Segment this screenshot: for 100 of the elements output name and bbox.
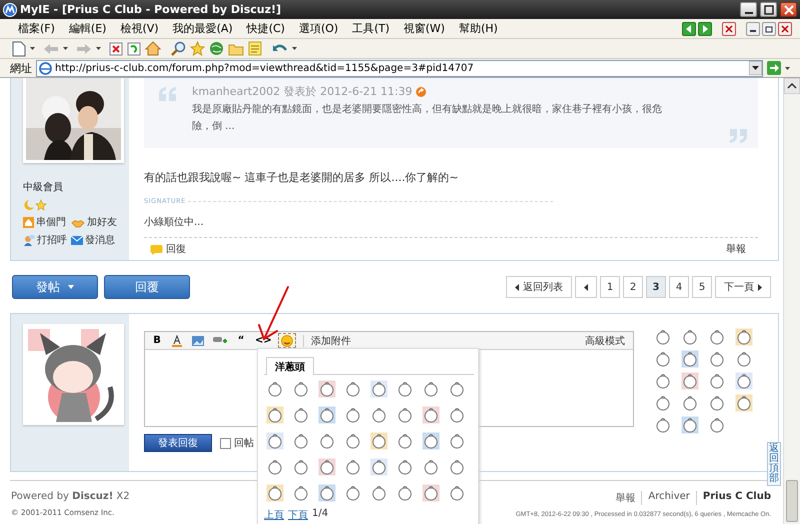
emoticon-icon[interactable] xyxy=(396,484,414,502)
search-icon[interactable] xyxy=(171,41,186,56)
submit-reply-button[interactable]: 發表回復 xyxy=(144,434,212,452)
report-link[interactable]: 舉報 xyxy=(726,242,746,256)
emoticon-icon[interactable] xyxy=(344,432,362,450)
emoticon-icon[interactable] xyxy=(448,458,466,476)
caret-icon[interactable] xyxy=(96,47,101,50)
note-icon[interactable] xyxy=(248,41,262,56)
scroll-up-icon[interactable] xyxy=(784,78,800,94)
refresh-icon[interactable] xyxy=(127,42,141,56)
format-button[interactable]: “ xyxy=(233,333,249,348)
reply-button[interactable]: 回覆 xyxy=(104,275,190,299)
close-tab-button[interactable] xyxy=(722,22,736,36)
emoticon-icon[interactable] xyxy=(735,328,753,346)
emoticon-icon[interactable] xyxy=(681,328,699,346)
menu-item[interactable]: 檢視(V) xyxy=(114,21,165,36)
emoticon-icon[interactable] xyxy=(735,394,753,412)
stop-icon[interactable] xyxy=(109,42,123,56)
advanced-mode-link[interactable]: 高級模式 xyxy=(585,334,625,348)
globe-icon[interactable] xyxy=(209,41,224,56)
emoticon-icon[interactable] xyxy=(654,328,672,346)
caret-icon[interactable] xyxy=(785,66,790,70)
minimize-button[interactable] xyxy=(740,2,757,17)
caret-icon[interactable] xyxy=(30,47,35,50)
new-post-button[interactable]: 發帖 xyxy=(12,275,98,299)
folder-icon[interactable] xyxy=(228,42,244,56)
emoticon-icon[interactable] xyxy=(735,350,753,368)
emoticon-icon[interactable] xyxy=(422,458,440,476)
scroll-thumb[interactable] xyxy=(786,480,798,522)
previous-page-button[interactable] xyxy=(575,276,597,298)
previous-tab-button[interactable] xyxy=(682,22,696,36)
emoticon-icon[interactable] xyxy=(266,432,284,450)
dropdown-icon[interactable] xyxy=(749,61,762,75)
emoticon-icon[interactable] xyxy=(654,416,672,434)
maximize-button[interactable] xyxy=(760,2,777,17)
back-to-list-button[interactable]: 返回列表 xyxy=(506,276,572,298)
emoticon-icon[interactable] xyxy=(266,458,284,476)
emoticon-icon[interactable] xyxy=(708,416,726,434)
next-page-link[interactable]: 下頁 xyxy=(288,508,308,522)
footer-link[interactable]: Prius C Club xyxy=(696,491,771,505)
emoticon-icon[interactable] xyxy=(292,458,310,476)
profile-link[interactable]: 加好友 xyxy=(71,215,123,229)
emoticon-icon[interactable] xyxy=(318,432,336,450)
emoticon-icon[interactable] xyxy=(344,406,362,424)
menu-item[interactable]: 視窗(W) xyxy=(398,21,451,36)
footer-link[interactable]: 舉報 xyxy=(609,491,642,505)
emoticon-icon[interactable] xyxy=(318,484,336,502)
emoticon-icon[interactable] xyxy=(318,458,336,476)
emoticon-icon[interactable] xyxy=(370,484,388,502)
home-icon[interactable] xyxy=(145,41,161,56)
previous-page-link[interactable]: 上頁 xyxy=(264,508,284,522)
emoticon-icon[interactable] xyxy=(708,328,726,346)
emoticon-icon[interactable] xyxy=(654,372,672,390)
page-number-button[interactable]: 5 xyxy=(692,276,712,298)
emoticon-icon[interactable] xyxy=(422,484,440,502)
page-number-button[interactable]: 4 xyxy=(669,276,689,298)
emoticon-icon[interactable] xyxy=(422,432,440,450)
smiley-button[interactable] xyxy=(278,333,296,348)
jump-arrow-icon[interactable] xyxy=(416,86,426,96)
emoticon-icon[interactable] xyxy=(292,406,310,424)
next-tab-button[interactable] xyxy=(698,22,712,36)
emoticon-icon[interactable] xyxy=(344,380,362,398)
format-button[interactable]: B xyxy=(149,333,165,348)
add-attachment-link[interactable]: 添加附件 xyxy=(310,334,351,348)
menu-item[interactable]: 檔案(F) xyxy=(12,21,61,36)
emoticon-icon[interactable] xyxy=(708,350,726,368)
emoticon-icon[interactable] xyxy=(292,484,310,502)
restore-tab-button[interactable] xyxy=(762,22,776,36)
menu-item[interactable]: 我的最愛(A) xyxy=(166,21,239,36)
caret-icon[interactable] xyxy=(63,47,68,50)
profile-link[interactable]: 串個門 xyxy=(23,215,71,229)
emoticon-icon[interactable] xyxy=(370,432,388,450)
emoticon-icon[interactable] xyxy=(370,458,388,476)
emoticon-icon[interactable] xyxy=(266,484,284,502)
page-number-button[interactable]: 1 xyxy=(600,276,620,298)
menu-item[interactable]: 快捷(C) xyxy=(240,21,291,36)
emoticon-icon[interactable] xyxy=(344,484,362,502)
emoticon-icon[interactable] xyxy=(422,380,440,398)
emoticon-icon[interactable] xyxy=(654,394,672,412)
address-field[interactable]: http://prius-c-club.com/forum.php?mod=viewthread&tid=1155&page=3#pid14707 xyxy=(36,60,763,76)
next-page-button[interactable]: 下一頁 xyxy=(715,276,771,298)
emoticon-icon[interactable] xyxy=(708,372,726,390)
emoticon-icon[interactable] xyxy=(681,372,699,390)
emoticon-icon[interactable] xyxy=(708,394,726,412)
page-icon[interactable] xyxy=(12,40,26,56)
close-button[interactable] xyxy=(780,2,797,17)
emoticon-icon[interactable] xyxy=(266,406,284,424)
emoticon-icon[interactable] xyxy=(396,458,414,476)
profile-link[interactable]: 發消息 xyxy=(71,233,123,247)
menu-item[interactable]: 選項(O) xyxy=(292,21,344,36)
footer-link[interactable]: Archiver xyxy=(641,491,696,505)
emoticon-tab[interactable]: 洋蔥頭 xyxy=(266,357,314,375)
emoticon-icon[interactable] xyxy=(292,432,310,450)
page-number-button[interactable]: 3 xyxy=(646,276,666,298)
emoticon-icon[interactable] xyxy=(448,406,466,424)
emoticon-icon[interactable] xyxy=(448,380,466,398)
minimize-tab-button[interactable] xyxy=(746,22,760,36)
emoticon-icon[interactable] xyxy=(654,350,672,368)
emoticon-icon[interactable] xyxy=(681,416,699,434)
emoticon-icon[interactable] xyxy=(292,380,310,398)
